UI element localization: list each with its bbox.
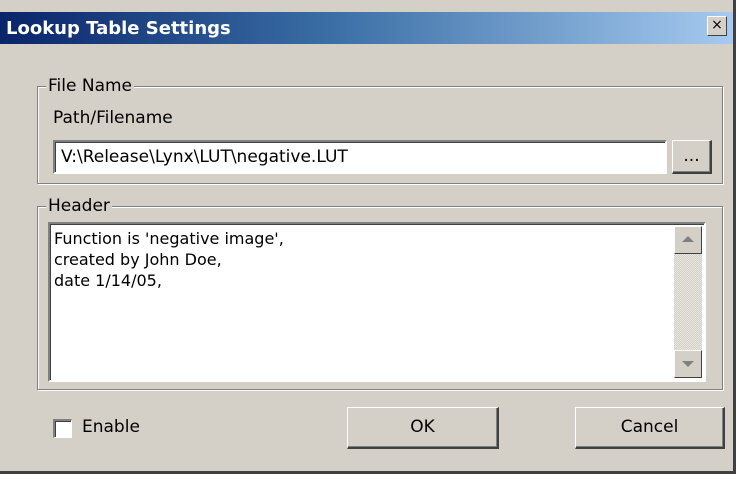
header-scrollbar[interactable] [674,226,702,378]
browse-button[interactable]: ... [672,140,712,174]
header-textarea[interactable]: Function is 'negative image', created by… [48,222,706,382]
path-filename-input[interactable]: V:\Release\Lynx\LUT\negative.LUT [53,140,667,174]
file-name-group-label: File Name [46,76,135,96]
title-bar[interactable]: Lookup Table Settings × [0,12,733,44]
ok-button[interactable]: OK [347,407,499,449]
header-text: Function is 'negative image', created by… [54,228,284,291]
scroll-down-button[interactable] [674,350,702,378]
enable-label[interactable]: Enable [82,417,140,437]
lookup-table-settings-dialog: Lookup Table Settings × File Name Path/F… [0,0,736,474]
enable-checkbox[interactable] [53,419,72,438]
cancel-button[interactable]: Cancel [575,407,725,449]
header-line: date 1/14/05, [54,271,162,290]
header-group-label: Header [46,196,112,216]
header-line: Function is 'negative image', [54,229,284,248]
path-filename-label: Path/Filename [53,108,173,128]
scroll-up-button[interactable] [674,226,702,254]
header-line: created by John Doe, [54,250,222,269]
close-icon[interactable]: × [707,16,727,36]
arrow-down-icon [682,361,694,367]
window-title: Lookup Table Settings [6,18,231,39]
arrow-up-icon [682,236,694,242]
